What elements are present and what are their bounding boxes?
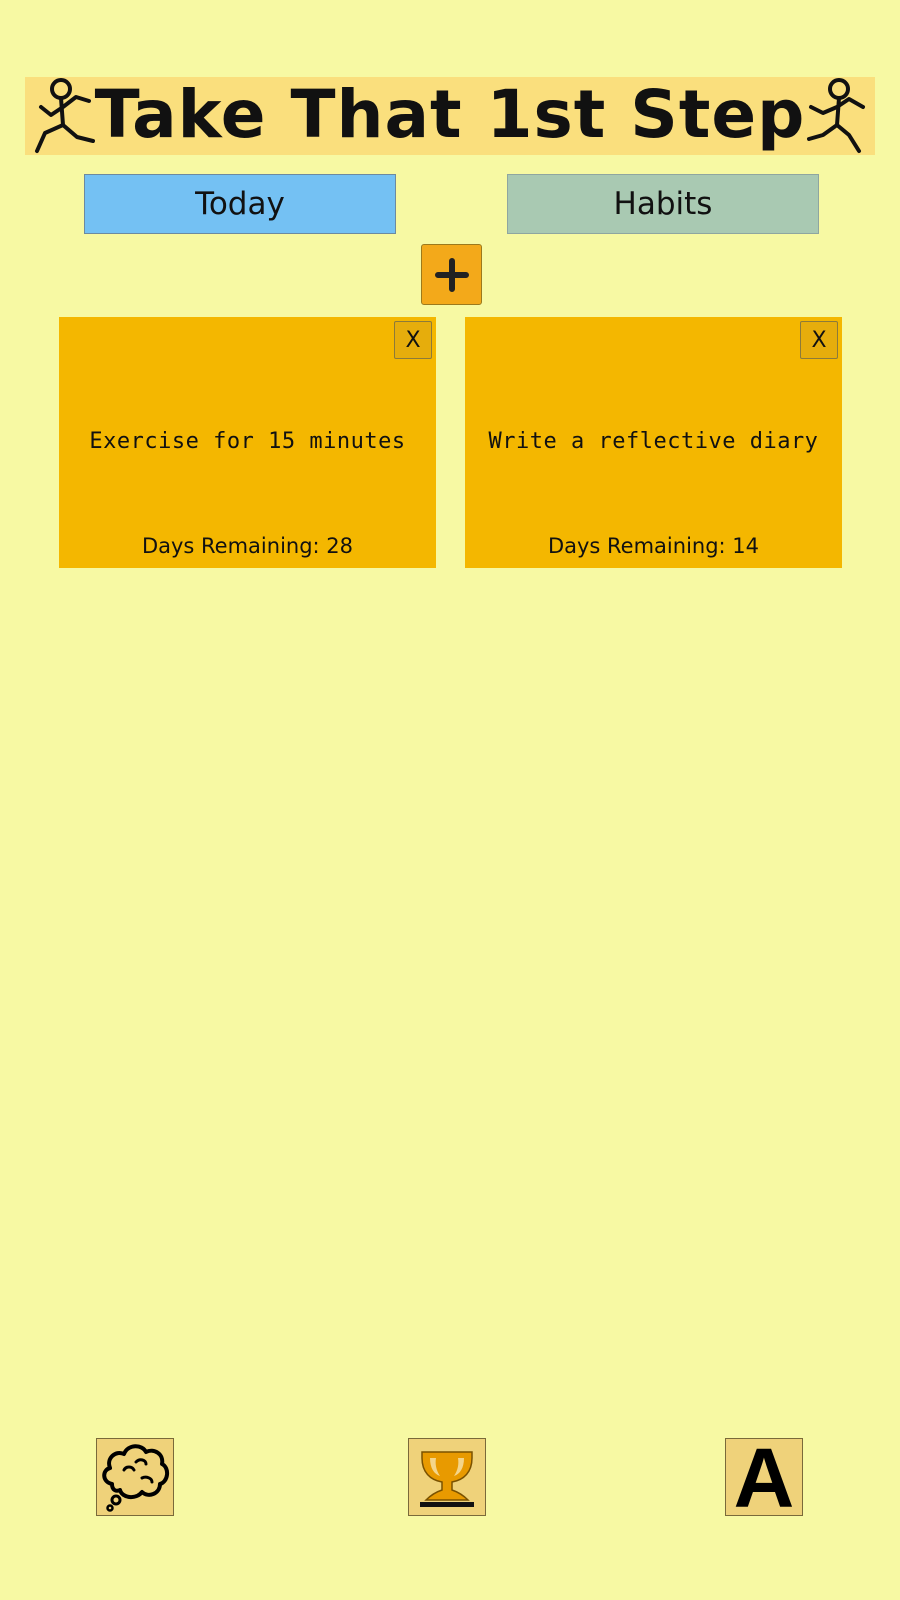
font-a-icon: A <box>733 1431 795 1525</box>
thought-bubble-icon <box>102 1444 169 1512</box>
tab-habits[interactable]: Habits <box>507 174 819 234</box>
close-button[interactable]: X <box>800 321 838 359</box>
trophy-icon <box>420 1451 474 1507</box>
tab-today[interactable]: Today <box>84 174 396 234</box>
app-title: Take That 1st Step <box>94 75 806 153</box>
thoughts-button[interactable] <box>96 1438 174 1516</box>
habit-card[interactable]: X Write a reflective diary Days Remainin… <box>465 317 842 568</box>
font-settings-button[interactable]: A <box>725 1436 803 1520</box>
close-button[interactable]: X <box>394 321 432 359</box>
plus-icon <box>434 257 469 292</box>
habit-text: Exercise for 15 minutes <box>89 429 406 454</box>
days-remaining: Days Remaining: 28 <box>141 534 354 558</box>
stick-figure-icon <box>35 78 95 153</box>
add-habit-button[interactable] <box>421 244 482 305</box>
days-remaining: Days Remaining: 14 <box>547 534 760 558</box>
app-header: Take That 1st Step <box>25 75 875 155</box>
achievements-button[interactable] <box>408 1438 486 1516</box>
habit-card[interactable]: X Exercise for 15 minutes Days Remaining… <box>59 317 436 568</box>
habit-text: Write a reflective diary <box>488 429 819 454</box>
stick-figure-icon <box>807 78 865 153</box>
